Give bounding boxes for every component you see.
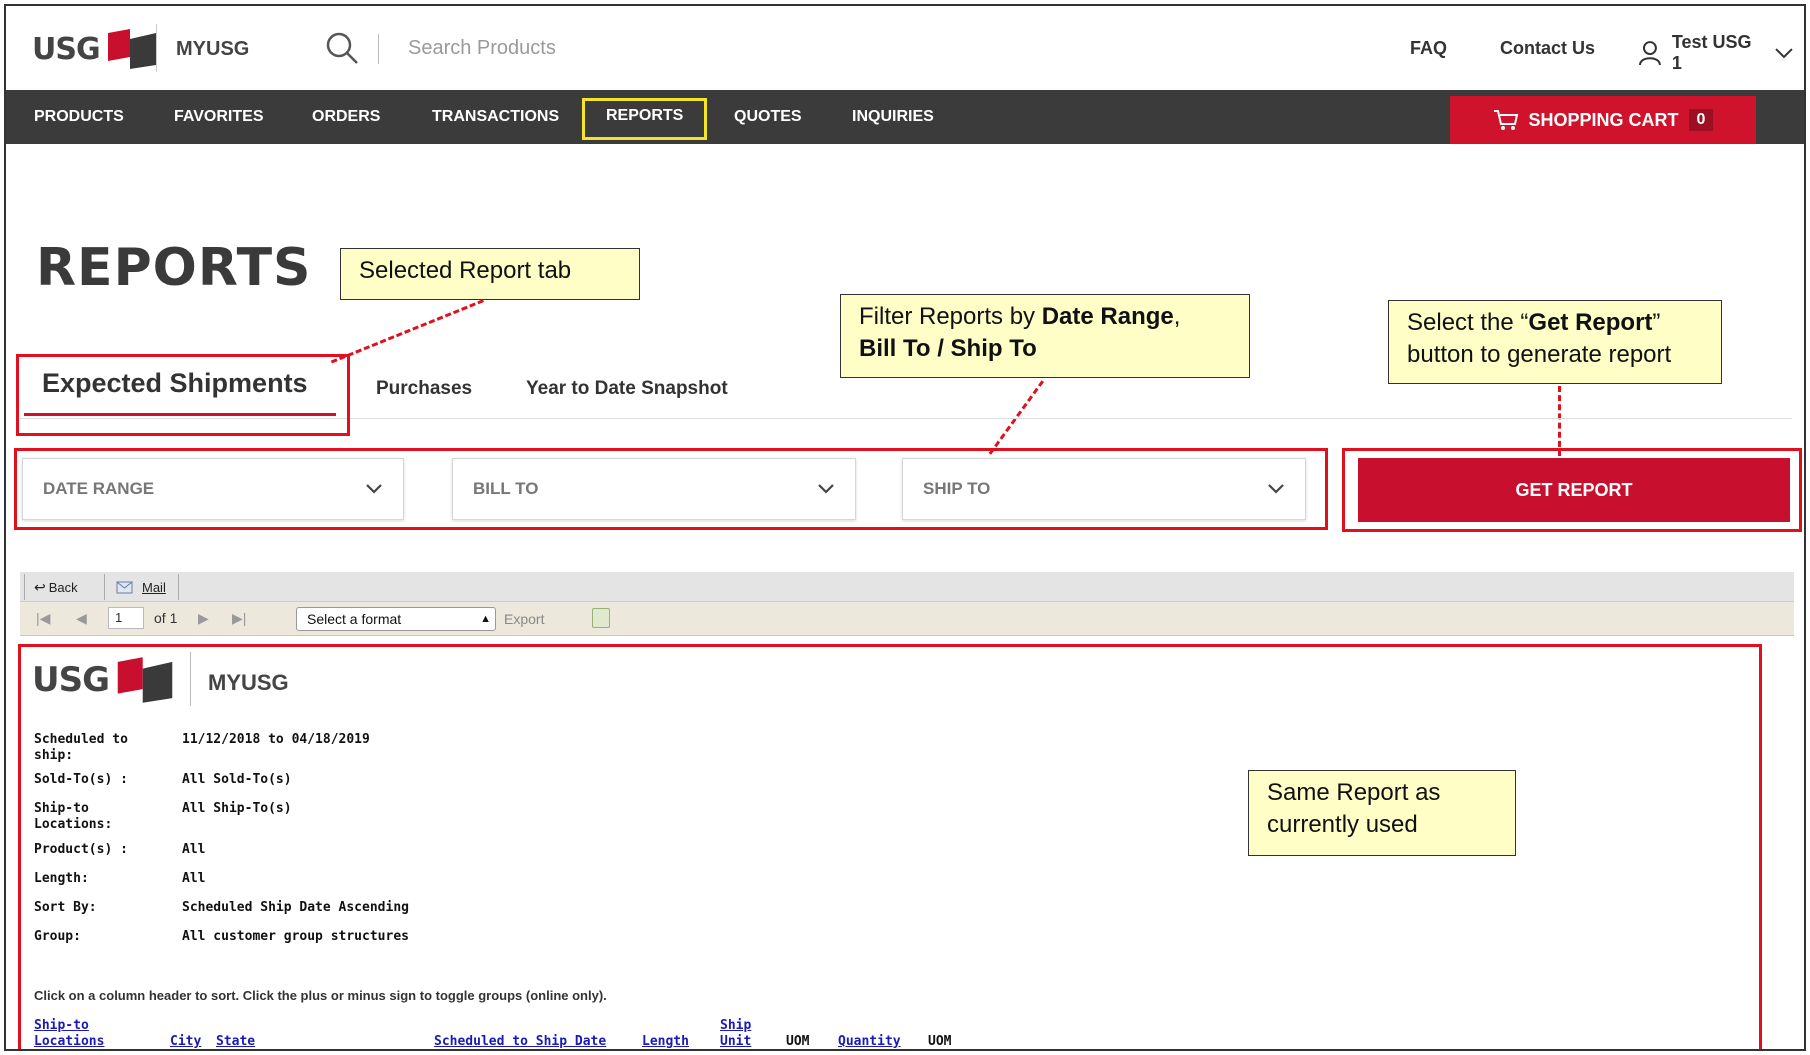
mail-button[interactable]: Mail (116, 576, 166, 598)
logo-divider (156, 24, 157, 72)
screenshot-frame: USG MYUSG FAQ Contact Us Test USG 1 (4, 4, 1806, 1051)
callout-selected-tab: Selected Report tab (340, 248, 640, 300)
page-number-input[interactable]: 1 (108, 607, 144, 629)
callout-get-report: Select the “Get Report” button to genera… (1388, 300, 1722, 384)
callout-filter-billto-shipto: Bill To / Ship To (859, 335, 1037, 362)
search-separator (378, 34, 379, 64)
chevron-down-icon (1775, 48, 1793, 59)
cart-count-badge: 0 (1688, 109, 1714, 131)
annotation-box-get-report (1342, 448, 1802, 532)
prev-page-icon[interactable]: ◀ (76, 610, 87, 627)
search-input[interactable] (408, 28, 828, 68)
back-arrow-icon: ↩ (34, 578, 46, 595)
callout-filter-text: Filter Reports by (859, 303, 1042, 330)
contact-us-link[interactable]: Contact Us (1500, 38, 1595, 59)
callout-filter-comma: , (1173, 303, 1181, 330)
toolbar-separator (24, 574, 25, 600)
page-count: of 1 (154, 610, 178, 626)
user-menu[interactable]: Test USG 1 (1638, 32, 1804, 74)
mail-icon (116, 581, 133, 594)
nav-favorites[interactable]: FAVORITES (174, 90, 264, 144)
mail-label: Mail (142, 579, 166, 595)
search-icon[interactable] (324, 30, 360, 66)
nav-quotes[interactable]: QUOTES (734, 90, 802, 144)
usg-logo[interactable]: USG (32, 24, 158, 74)
cart-icon (1493, 110, 1518, 130)
annotation-box-filters (14, 448, 1328, 530)
top-header: USG MYUSG FAQ Contact Us Test USG 1 (6, 6, 1804, 90)
back-label: Back (48, 579, 78, 595)
callout-report-bold: Get Report (1528, 309, 1653, 336)
export-format-select[interactable]: Select a format ▲ (296, 607, 496, 631)
user-name: Test USG 1 (1671, 32, 1752, 73)
select-arrows-icon: ▲ (480, 613, 491, 625)
toolbar-separator (104, 574, 105, 600)
shopping-cart-button[interactable]: SHOPPING CART 0 (1450, 96, 1756, 144)
export-link[interactable]: Export (504, 611, 544, 627)
viewer-pager-toolbar: |◀ ◀ 1 of 1 ▶ ▶| Select a format ▲ Expor… (20, 602, 1794, 636)
nav-orders[interactable]: ORDERS (312, 90, 380, 144)
annotation-box-tab (16, 354, 350, 436)
nav-products[interactable]: PRODUCTS (34, 90, 124, 144)
callout-same-report: Same Report as currently used (1248, 770, 1516, 856)
last-page-icon[interactable]: ▶| (232, 610, 246, 627)
callout-filter: Filter Reports by Date Range, Bill To / S… (840, 294, 1250, 378)
logo-text: USG (32, 31, 101, 67)
first-page-icon[interactable]: |◀ (36, 610, 50, 627)
callout-connector-report (1558, 386, 1561, 456)
refresh-icon[interactable] (592, 608, 610, 628)
cart-label: SHOPPING CART (1528, 109, 1679, 130)
logo-flag-icon (107, 29, 156, 69)
callout-filter-date-range: Date Range (1041, 303, 1174, 330)
myusg-label: MYUSG (176, 38, 250, 60)
next-page-icon[interactable]: ▶ (198, 610, 209, 627)
page-title: REPORTS (36, 238, 312, 298)
format-label: Select a format (307, 611, 402, 627)
nav-transactions[interactable]: TRANSACTIONS (432, 90, 559, 144)
callout-connector-tab (330, 299, 484, 364)
back-button[interactable]: ↩ Back (34, 576, 78, 598)
toolbar-separator (178, 574, 179, 600)
faq-link[interactable]: FAQ (1410, 38, 1447, 59)
nav-reports[interactable]: REPORTS (582, 98, 708, 140)
nav-inquiries[interactable]: INQUIRIES (852, 90, 934, 144)
user-icon (1638, 41, 1661, 66)
tab-purchases[interactable]: Purchases (376, 378, 472, 400)
tab-year-to-date[interactable]: Year to Date Snapshot (526, 378, 728, 400)
callout-report-pre: Select the “ (1407, 309, 1529, 336)
viewer-toolbar: ↩ Back Mail (20, 572, 1794, 602)
